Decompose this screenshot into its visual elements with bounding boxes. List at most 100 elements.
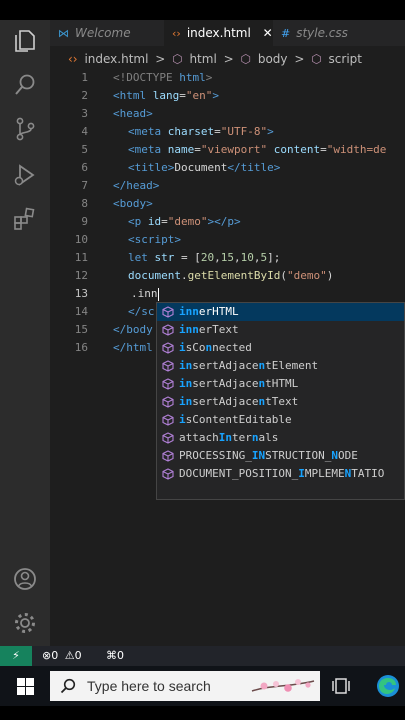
code-line: <script> (128, 233, 181, 246)
edge-browser-icon[interactable] (376, 674, 400, 698)
task-view-icon[interactable] (332, 677, 350, 695)
account-icon[interactable] (12, 566, 38, 592)
autocomplete-item[interactable]: insertAdjacentHTML (157, 375, 404, 393)
status-bar: ⚡ ⊗0 ⚠0 ⌘0 (0, 646, 405, 666)
property-icon (162, 378, 174, 390)
property-icon (162, 306, 174, 318)
code-line: <title>Document</title> (128, 161, 281, 174)
autocomplete-item-label: innerText (179, 323, 239, 336)
extensions-icon[interactable] (12, 206, 38, 232)
autocomplete-item[interactable]: DOCUMENT_POSITION_IMPLEMENTATIO (157, 465, 404, 483)
code-line: </body (113, 323, 153, 336)
search-icon (60, 678, 76, 694)
run-debug-icon[interactable] (12, 162, 38, 188)
property-icon (162, 450, 174, 462)
vscode-window: ⋈ Welcome ‹› index.html ✕ # style.css ‹› in… (0, 20, 405, 666)
property-icon (162, 324, 174, 336)
autocomplete-item[interactable]: PROCESSING_INSTRUCTION_NODE (157, 447, 404, 465)
vscode-icon: ⋈ (58, 27, 69, 40)
text-cursor (157, 287, 159, 301)
property-icon (162, 414, 174, 426)
breadcrumb-file[interactable]: index.html (84, 52, 148, 66)
line-number: 4 (81, 125, 88, 138)
element-icon: ⬡ (172, 52, 183, 66)
problems-indicator[interactable]: ⊗0 ⚠0 (42, 646, 82, 666)
property-icon (162, 468, 174, 480)
autocomplete-item[interactable]: innerText (157, 321, 404, 339)
autocomplete-item-label: innerHTML (179, 305, 239, 318)
line-number: 12 (74, 269, 88, 282)
html-icon: ‹› (172, 27, 181, 40)
tab-index-html[interactable]: ‹› index.html ✕ (164, 20, 273, 46)
autocomplete-item-label: isConnected (179, 341, 252, 354)
autocomplete-item-label: DOCUMENT_POSITION_IMPLEMENTATIO (179, 467, 385, 480)
autocomplete-item[interactable]: isConnected (157, 339, 404, 357)
autocomplete-item-label: insertAdjacentText (179, 395, 299, 408)
warning-icon: ⚠ (64, 649, 75, 662)
line-number: 2 (81, 89, 88, 102)
line-number: 16 (74, 341, 88, 354)
remote-icon[interactable]: ⚡ (0, 646, 32, 666)
autocomplete-item-label: isContentEditable (179, 413, 292, 426)
code-line: <html lang="en"> (113, 89, 219, 102)
autocomplete-item[interactable]: insertAdjacentElement (157, 357, 404, 375)
breadcrumb: ‹› index.html > ⬡ html > ⬡ body > ⬡ scri… (50, 49, 405, 69)
activity-bar (0, 20, 50, 646)
taskbar-search-box[interactable]: Type here to search (50, 671, 320, 701)
breadcrumb-script[interactable]: script (329, 52, 362, 66)
search-placeholder: Type here to search (87, 678, 211, 694)
close-icon[interactable]: ✕ (263, 26, 273, 40)
code-line: <meta name="viewport" content="width=de (128, 143, 387, 156)
broadcast-icon: ⌘ (106, 649, 117, 662)
code-line: </head> (113, 179, 160, 192)
breadcrumb-separator: > (294, 52, 305, 66)
autocomplete-item[interactable]: innerHTML (157, 303, 404, 321)
breadcrumb-html[interactable]: html (189, 52, 216, 66)
error-icon: ⊗ (42, 649, 52, 662)
gear-icon[interactable] (12, 610, 38, 636)
property-icon (162, 432, 174, 444)
breadcrumb-body[interactable]: body (258, 52, 288, 66)
explorer-icon[interactable] (12, 28, 38, 54)
element-icon: ⬡ (311, 52, 322, 66)
breadcrumb-separator: > (155, 52, 166, 66)
autocomplete-item[interactable]: insertAdjacentText (157, 393, 404, 411)
autocomplete-item-label: insertAdjacentHTML (179, 377, 299, 390)
line-number: 1 (81, 71, 88, 84)
line-number: 15 (74, 323, 88, 336)
line-number: 13 (74, 287, 88, 300)
autocomplete-item[interactable]: isContentEditable (157, 411, 404, 429)
element-icon: ⬡ (240, 52, 251, 66)
line-number: 14 (74, 305, 88, 318)
tab-style-css[interactable]: # style.css (273, 20, 405, 46)
property-icon (162, 396, 174, 408)
code-line-current: .inn (131, 287, 159, 301)
source-control-icon[interactable] (12, 116, 38, 142)
property-icon (162, 342, 174, 354)
cherry-blossom-decoration (251, 679, 315, 692)
code-line: </sc (128, 305, 155, 318)
autocomplete-item[interactable]: attachInternals (157, 429, 404, 447)
autocomplete-item-label: PROCESSING_INSTRUCTION_NODE (179, 449, 358, 462)
windows-start-icon[interactable] (17, 678, 34, 695)
line-number: 6 (81, 161, 88, 174)
code-line: let str = [20,15,10,5]; (128, 251, 281, 264)
autocomplete-item-label: insertAdjacentElement (179, 359, 319, 372)
autocomplete-item-label: attachInternals (179, 431, 279, 444)
html-file-icon: ‹› (68, 52, 78, 66)
code-line: document.getElementById("demo") (128, 269, 334, 282)
tab-welcome[interactable]: ⋈ Welcome (50, 20, 164, 46)
search-icon[interactable] (12, 72, 38, 98)
line-number: 9 (81, 215, 88, 228)
code-line: <head> (113, 107, 153, 120)
line-number: 3 (81, 107, 88, 120)
breadcrumb-separator: > (223, 52, 234, 66)
tab-bar: ⋈ Welcome ‹› index.html ✕ # style.css (50, 20, 405, 46)
ports-indicator[interactable]: ⌘0 (106, 646, 124, 666)
autocomplete-widget: innerHTML innerText isConnected insertAdjac… (156, 302, 405, 500)
css-icon: # (281, 27, 291, 40)
line-number: 7 (81, 179, 88, 192)
line-number: 8 (81, 197, 88, 210)
code-line: <!DOCTYPE html> (113, 71, 213, 84)
property-icon (162, 360, 174, 372)
